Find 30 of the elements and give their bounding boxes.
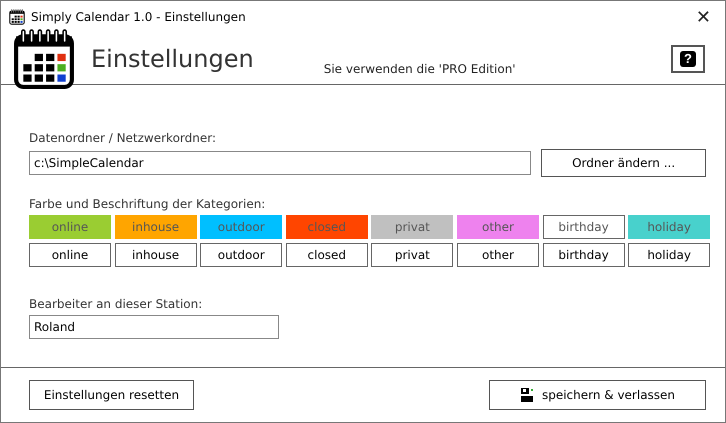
calendar-icon <box>13 28 75 90</box>
close-button[interactable]: ✕ <box>692 6 715 28</box>
category-name-field[interactable]: privat <box>371 243 454 267</box>
category-name-field[interactable]: inhouse <box>114 243 197 267</box>
category-color-button[interactable]: outdoor <box>200 215 282 239</box>
field-label: Datenordner / Netzwerkordner: <box>29 131 218 145</box>
field-label: Bearbeiter an dieser Station: <box>29 297 204 311</box>
editor-field[interactable]: Roland <box>29 315 279 339</box>
save-icon <box>520 388 534 402</box>
field-label: Farbe und Beschriftung der Kategorien: <box>29 197 266 211</box>
help-button[interactable]: ? <box>671 44 705 72</box>
category-name-field[interactable]: other <box>456 243 539 267</box>
category-color-button[interactable]: holiday <box>628 215 710 239</box>
category-color-button[interactable]: privat <box>371 215 454 239</box>
category-name-field[interactable]: online <box>29 243 111 267</box>
category-name-field[interactable]: holiday <box>628 243 710 267</box>
category-color-button[interactable]: birthday <box>542 215 625 239</box>
change-folder-button[interactable]: Ordner ändern ... <box>541 149 706 177</box>
edition-text: Sie verwenden die 'PRO Edition' <box>324 62 517 76</box>
save-button[interactable]: speichern & verlassen <box>489 380 706 410</box>
category-name-field[interactable]: birthday <box>542 243 625 267</box>
page-title: Einstellungen <box>91 44 254 72</box>
folder-field[interactable]: c:\SimpleCalendar <box>29 151 532 175</box>
window-title: Simply Calendar 1.0 - Einstellungen <box>31 10 247 24</box>
reset-button[interactable]: Einstellungen resetten <box>29 380 194 410</box>
category-name-field[interactable]: outdoor <box>200 243 282 267</box>
category-color-button[interactable]: online <box>29 215 111 239</box>
calendar-icon <box>9 9 25 25</box>
category-name-field[interactable]: closed <box>286 243 368 267</box>
category-color-button[interactable]: inhouse <box>114 215 197 239</box>
